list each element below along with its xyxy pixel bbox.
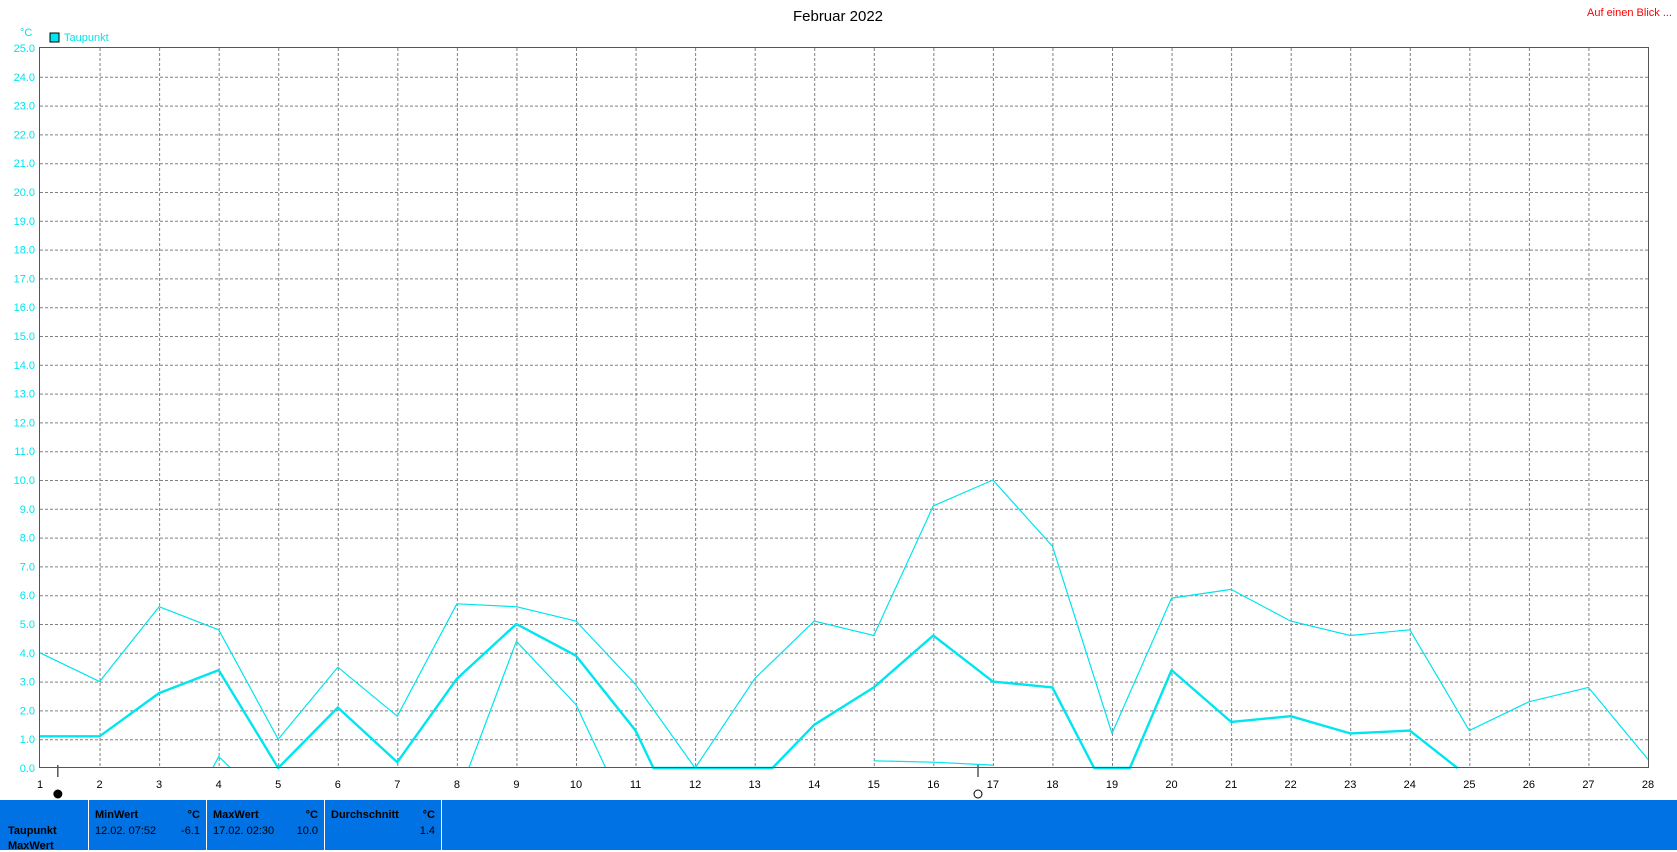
x-tick-label: 15	[868, 779, 880, 791]
y-axis-ticks: 0.0 1.0 2.0 3.0 4.0 5.0 6.0 7.0 8.0 9.0 10.0 11.0 12…	[14, 43, 35, 775]
y-tick-label: 0.0	[20, 763, 35, 775]
y-tick-label: 25.0	[14, 43, 35, 55]
y-tick-label: 3.0	[20, 677, 35, 689]
x-tick-label: 11	[630, 779, 641, 791]
plot-frame	[39, 47, 1649, 768]
stat-avg-unit: °C	[422, 809, 435, 821]
x-tick-label: 27	[1582, 779, 1594, 791]
x-tick-label: 8	[454, 779, 460, 791]
y-tick-label: 18.0	[14, 245, 35, 257]
gridlines	[40, 48, 1648, 768]
y-tick-label: 2.0	[20, 705, 35, 717]
x-tick-label: 23	[1344, 779, 1356, 791]
y-tick-label: 22.0	[14, 129, 35, 141]
y-tick-label: 7.0	[20, 561, 35, 573]
stats-row-label-2: MaxWert	[8, 840, 54, 852]
chart-svg: Februar 2022 Auf einen Blick ... °C Taup…	[14, 7, 1672, 799]
y-tick-label: 8.0	[20, 533, 35, 545]
x-tick-label: 20	[1165, 779, 1177, 791]
legend: Taupunkt	[49, 32, 109, 44]
x-tick-label: 28	[1642, 779, 1654, 791]
x-tick-label: 10	[570, 779, 582, 791]
y-tick-label: 15.0	[14, 331, 35, 343]
y-tick-label: 5.0	[20, 619, 35, 631]
stat-min-label: MinWert	[95, 809, 139, 821]
x-tick-label: 16	[927, 779, 939, 791]
stat-min-box: MinWert °C 12.02. 07:52 -6.1	[88, 800, 206, 850]
y-axis-unit: °C	[20, 27, 32, 39]
x-tick-label: 24	[1404, 779, 1416, 791]
y-tick-label: 13.0	[14, 389, 35, 401]
y-tick-label: 12.0	[14, 417, 35, 429]
y-tick-label: 14.0	[14, 360, 35, 372]
stat-min-unit: °C	[187, 809, 200, 821]
y-tick-label: 21.0	[14, 158, 35, 170]
overview-link[interactable]: Auf einen Blick ...	[1587, 7, 1672, 19]
x-tick-label: 22	[1285, 779, 1297, 791]
y-tick-label: 24.0	[14, 72, 35, 84]
y-tick-label: 19.0	[14, 216, 35, 228]
y-tick-label: 9.0	[20, 504, 35, 516]
stat-avg-value: 1.4	[419, 825, 435, 837]
x-tick-label: 25	[1463, 779, 1475, 791]
chart-title: Februar 2022	[793, 8, 883, 25]
x-tick-label: 17	[987, 779, 999, 791]
x-tick-label: 7	[394, 779, 400, 791]
y-tick-label: 17.0	[14, 273, 35, 285]
x-tick-label: 19	[1106, 779, 1118, 791]
x-tick-label: 18	[1046, 779, 1058, 791]
x-tick-label: 21	[1225, 779, 1237, 791]
legend-swatch	[49, 32, 60, 43]
y-tick-label: 10.0	[14, 475, 35, 487]
series-line-min	[468, 640, 607, 769]
stat-max-value: 10.0	[296, 825, 318, 837]
open-circle-marker	[973, 789, 983, 799]
x-tick-label: 3	[156, 779, 162, 791]
y-tick-label: 1.0	[20, 734, 35, 746]
series-line-min	[212, 755, 232, 769]
stat-max-time: 17.02. 02:30	[213, 825, 275, 837]
x-tick-label: 4	[216, 779, 222, 791]
x-tick-label: 2	[96, 779, 102, 791]
stats-row-label: Taupunkt	[8, 825, 57, 837]
stat-avg-box: Durchschnitt °C 1.4	[324, 800, 442, 850]
stat-max-unit: °C	[305, 809, 318, 821]
x-tick-label: 26	[1523, 779, 1535, 791]
series-line-avg	[40, 622, 1459, 770]
y-tick-label: 6.0	[20, 590, 35, 602]
y-tick-label: 16.0	[14, 302, 35, 314]
x-tick-label: 9	[513, 779, 519, 791]
legend-label: Taupunkt	[64, 32, 109, 44]
y-tick-label: 23.0	[14, 101, 35, 113]
stat-max-box: MaxWert °C 17.02. 02:30 10.0	[206, 800, 324, 850]
y-tick-label: 11.0	[14, 446, 35, 458]
filled-circle-marker	[53, 789, 63, 799]
stat-min-time: 12.02. 07:52	[95, 825, 157, 837]
y-tick-label: 4.0	[20, 648, 35, 660]
x-tick-label: 13	[749, 779, 761, 791]
x-tick-label: 1	[37, 779, 43, 791]
x-tick-label: 12	[689, 779, 701, 791]
x-tick-label: 6	[335, 779, 341, 791]
stat-min-value: -6.1	[181, 825, 200, 837]
x-axis-ticks: 1 2 3 4 5 6 7 8 9 10 11 12 13 14 15 16 17 18 19 20 21 22 23 24 2…	[37, 779, 1654, 791]
y-tick-label: 20.0	[14, 187, 35, 199]
statistics-panel: Taupunkt MaxWert MinWert °C 12.02. 07:52…	[0, 800, 1677, 852]
stat-max-label: MaxWert	[213, 809, 259, 821]
stat-avg-label: Durchschnitt	[331, 809, 399, 821]
x-tick-label: 5	[275, 779, 281, 791]
x-tick-label: 14	[808, 779, 820, 791]
